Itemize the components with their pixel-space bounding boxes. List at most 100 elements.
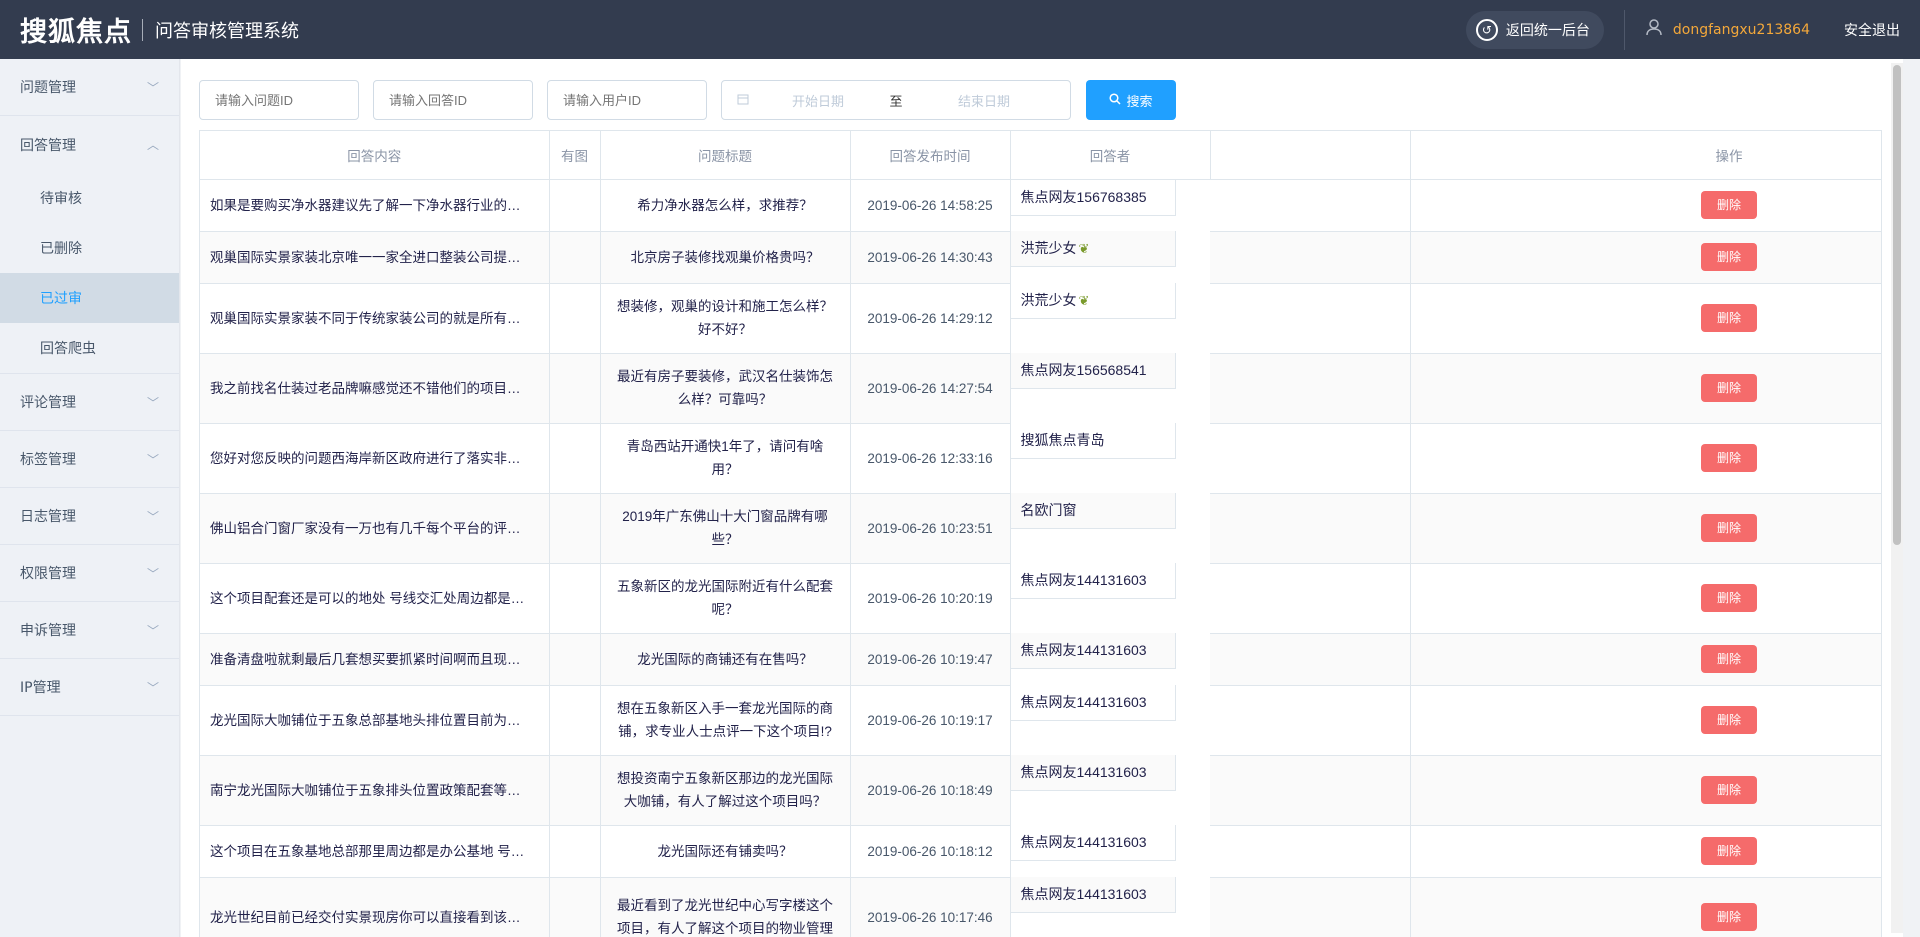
answerer-name[interactable]: 搜狐焦点青岛 <box>1021 429 1105 452</box>
empty-cell <box>1210 493 1411 564</box>
answerer-name[interactable]: 焦点网友144131603 <box>1021 831 1147 854</box>
actions-cell: 删除 <box>1575 283 1881 354</box>
menu-log-management[interactable]: 日志管理 ﹀ <box>0 488 179 545</box>
question-title[interactable]: 五象新区的龙光国际附近有什么配套呢？ <box>600 563 851 634</box>
submenu-approved[interactable]: 已过审 <box>0 273 179 323</box>
answerer-name[interactable]: 焦点网友144131603 <box>1021 691 1147 714</box>
answer-content[interactable]: 南宁龙光国际大咖铺位于五象排头位置政策配套等… <box>200 755 550 826</box>
delete-button[interactable]: 删除 <box>1701 374 1757 402</box>
delete-button[interactable]: 删除 <box>1701 584 1757 612</box>
answerer-name[interactable]: 焦点网友156568541 <box>1021 359 1147 382</box>
question-title[interactable]: 青岛西站开通快1年了，请问有啥用？ <box>600 423 851 494</box>
delete-button[interactable]: 删除 <box>1701 304 1757 332</box>
answer-content[interactable]: 我之前找名仕装过老品牌嘛感觉还不错他们的项目… <box>200 353 550 424</box>
user-id-input[interactable] <box>547 80 707 120</box>
empty-cell <box>1410 231 1575 284</box>
answer-content[interactable]: 这个项目在五象基地总部那里周边都是办公基地 号… <box>200 825 550 878</box>
start-date-input[interactable]: 开始日期 <box>758 91 878 110</box>
answer-content[interactable]: 您好对您反映的问题西海岸新区政府进行了落实非… <box>200 423 550 494</box>
answer-content[interactable]: 观巢国际实景家装北京唯一一家全进口整装公司提… <box>200 231 550 284</box>
menu-tag-management[interactable]: 标签管理 ﹀ <box>0 431 179 488</box>
date-range-picker[interactable]: 开始日期 至 结束日期 <box>721 80 1071 120</box>
delete-button[interactable]: 删除 <box>1701 903 1757 931</box>
search-button-label: 搜索 <box>1126 94 1153 110</box>
answerer-name[interactable]: 焦点网友144131603 <box>1021 569 1147 592</box>
answerer-name[interactable]: 焦点网友144131603 <box>1021 883 1147 906</box>
empty-cell <box>1410 423 1575 494</box>
answerer-name[interactable]: 焦点网友144131603 <box>1021 639 1147 662</box>
publish-time: 2019-06-26 10:18:49 <box>850 755 1011 826</box>
submenu-pending-review[interactable]: 待审核 <box>0 173 179 223</box>
answer-content[interactable]: 佛山铝合门窗厂家没有一万也有几千每个平台的评… <box>200 493 550 564</box>
answerer-name[interactable]: 洪荒少女 <box>1021 289 1077 312</box>
delete-button[interactable]: 删除 <box>1701 776 1757 804</box>
page-scrollbar[interactable] <box>1891 63 1903 933</box>
answerer-name[interactable]: 焦点网友144131603 <box>1021 761 1147 784</box>
answerer-name[interactable]: 洪荒少女 <box>1021 237 1077 260</box>
question-title[interactable]: 最近有房子要装修，武汉名仕装饰怎么样？可靠吗？ <box>600 353 851 424</box>
delete-button[interactable]: 删除 <box>1701 706 1757 734</box>
actions-cell: 删除 <box>1575 353 1881 424</box>
top-bar: 搜狐焦点 问答审核管理系统 ↺ 返回统一后台 dongfangxu213864 … <box>0 0 1920 59</box>
menu-ip-management[interactable]: IP管理 ﹀ <box>0 659 179 716</box>
question-title[interactable]: 北京房子装修找观巢价格贵吗？ <box>600 231 851 284</box>
empty-cell <box>1410 493 1575 564</box>
question-title[interactable]: 龙光国际的商铺还有在售吗？ <box>600 633 851 686</box>
empty-cell <box>1410 353 1575 424</box>
delete-button[interactable]: 删除 <box>1701 514 1757 542</box>
has-image-cell <box>549 825 601 878</box>
empty-cell <box>1210 633 1411 686</box>
delete-button[interactable]: 删除 <box>1701 444 1757 472</box>
delete-button[interactable]: 删除 <box>1701 645 1757 673</box>
menu-answer-management[interactable]: 回答管理 ︿ <box>0 116 179 173</box>
delete-button[interactable]: 删除 <box>1701 243 1757 271</box>
answer-content[interactable]: 如果是要购买净水器建议先了解一下净水器行业的… <box>200 179 550 232</box>
menu-appeal-management[interactable]: 申诉管理 ﹀ <box>0 602 179 659</box>
question-title[interactable]: 龙光国际还有铺卖吗？ <box>600 825 851 878</box>
logout-button[interactable]: 安全退出 <box>1844 20 1900 40</box>
back-to-unified-backend-button[interactable]: ↺ 返回统一后台 <box>1465 10 1604 49</box>
question-title[interactable]: 想装修，观巢的设计和施工怎么样？好不好？ <box>600 283 851 354</box>
menu-question-management[interactable]: 问题管理 ﹀ <box>0 59 179 116</box>
end-date-input[interactable]: 结束日期 <box>914 91 1054 110</box>
menu-comment-management[interactable]: 评论管理 ﹀ <box>0 374 179 431</box>
range-separator: 至 <box>889 94 903 110</box>
menu-label: 日志管理 <box>20 509 76 525</box>
answerer-cell: 焦点网友156768385 <box>1010 179 1176 216</box>
submenu-deleted[interactable]: 已删除 <box>0 223 179 273</box>
table-row: 这个项目配套还是可以的地处 号线交汇处周边都是… 五象新区的龙光国际附近有什么配套… <box>200 563 1881 634</box>
publish-time: 2019-06-26 10:19:17 <box>850 685 1011 756</box>
question-id-input[interactable] <box>199 80 359 120</box>
user-info[interactable]: dongfangxu213864 <box>1645 18 1810 41</box>
question-title[interactable]: 最近看到了龙光世纪中心写字楼这个项目，有人了解这个项目的物业管理 <box>600 877 851 937</box>
menu-label: 回答管理 <box>20 137 76 154</box>
question-title[interactable]: 希力净水器怎么样，求推荐？ <box>600 179 851 232</box>
table-row: 观巢国际实景家装北京唯一一家全进口整装公司提… 北京房子装修找观巢价格贵吗？ 201… <box>200 231 1881 284</box>
answerer-cell: 焦点网友144131603 <box>1010 825 1176 861</box>
column-header <box>1210 131 1411 180</box>
question-title[interactable]: 想在五象新区入手一套龙光国际的商铺，求专业人士点评一下这个项目!? <box>600 685 851 756</box>
search-button[interactable]: 搜索 <box>1086 80 1176 120</box>
publish-time: 2019-06-26 10:20:19 <box>850 563 1011 634</box>
answerer-cell: 焦点网友156568541 <box>1010 353 1176 389</box>
column-header: 操作 <box>1575 131 1881 180</box>
answerer-name[interactable]: 名欧门窗 <box>1021 499 1077 522</box>
answer-content[interactable]: 这个项目配套还是可以的地处 号线交汇处周边都是… <box>200 563 550 634</box>
delete-button[interactable]: 删除 <box>1701 191 1757 219</box>
delete-button[interactable]: 删除 <box>1701 837 1757 865</box>
answer-content[interactable]: 观巢国际实景家装不同于传统家装公司的就是所有… <box>200 283 550 354</box>
answerer-name[interactable]: 焦点网友156768385 <box>1021 186 1147 209</box>
submenu-answer-crawler[interactable]: 回答爬虫 <box>0 323 179 373</box>
question-title[interactable]: 2019年广东佛山十大门窗品牌有哪些？ <box>600 493 851 564</box>
empty-cell <box>1210 755 1411 826</box>
chevron-up-icon: ︿ <box>146 138 159 152</box>
answerer-cell: 搜狐焦点青岛 <box>1010 423 1176 459</box>
answer-content[interactable]: 准备清盘啦就剩最后几套想买要抓紧时间啊而且现… <box>200 633 550 686</box>
answer-content[interactable]: 龙光世纪目前已经交付实景现房你可以直接看到该… <box>200 877 550 937</box>
table-row: 这个项目在五象基地总部那里周边都是办公基地 号… 龙光国际还有铺卖吗？ 2019-0… <box>200 825 1881 878</box>
answer-content[interactable]: 龙光国际大咖铺位于五象总部基地头排位置目前为… <box>200 685 550 756</box>
menu-permission-management[interactable]: 权限管理 ﹀ <box>0 545 179 602</box>
scrollbar-thumb[interactable] <box>1893 65 1901 545</box>
answer-id-input[interactable] <box>373 80 533 120</box>
question-title[interactable]: 想投资南宁五象新区那边的龙光国际大咖铺，有人了解过这个项目吗？ <box>600 755 851 826</box>
